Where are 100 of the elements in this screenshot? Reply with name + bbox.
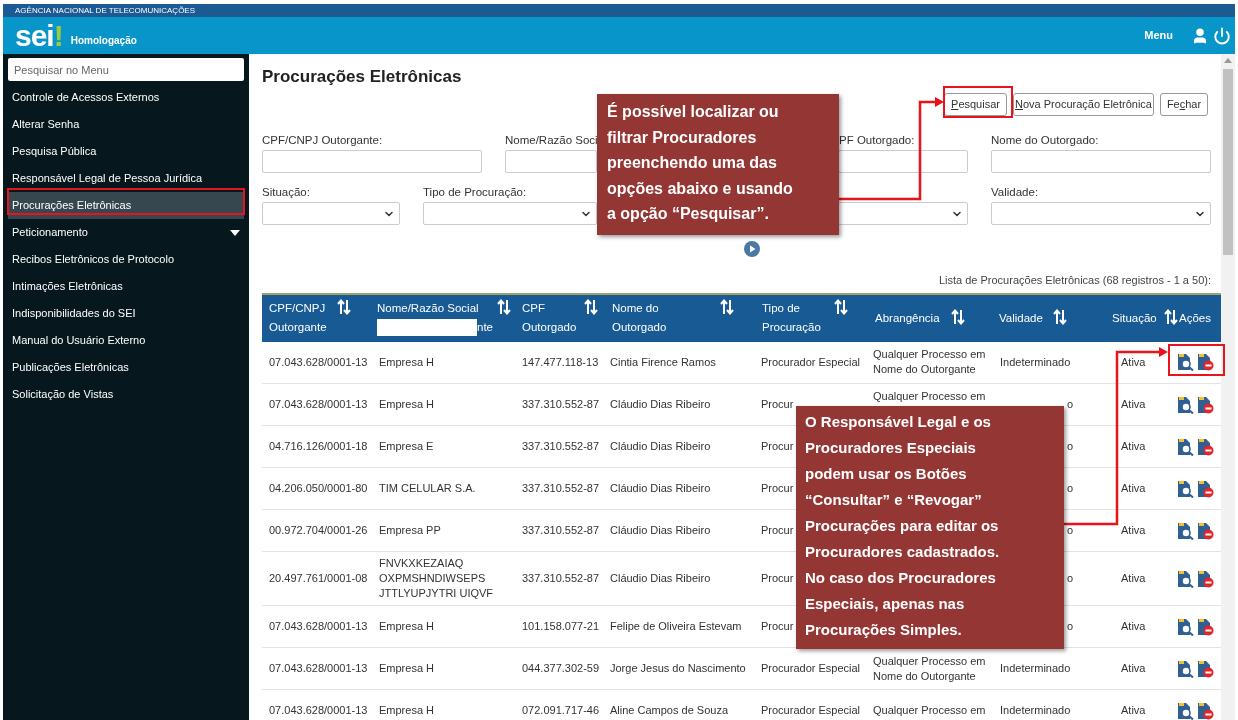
document-search-icon[interactable] bbox=[1176, 701, 1194, 720]
power-icon[interactable] bbox=[1213, 26, 1231, 45]
column-header[interactable]: Ações bbox=[1179, 308, 1215, 328]
table-cell-text: Empresa H bbox=[379, 661, 435, 676]
sidebar-item[interactable]: Publicações Eletrônicas bbox=[8, 354, 244, 381]
table-cell: 337.310.552-87 bbox=[522, 397, 600, 412]
input-field[interactable] bbox=[505, 150, 597, 173]
logo: sei! bbox=[15, 20, 63, 51]
table-cell: 072.091.717-46 bbox=[522, 703, 600, 718]
sort-icon[interactable] bbox=[497, 299, 511, 315]
table-cell: o bbox=[1067, 571, 1074, 586]
sidebar-item[interactable]: Peticionamento bbox=[8, 219, 244, 246]
column-header[interactable]: Nome do Outorgado bbox=[612, 299, 716, 337]
annotation-text: É possível localizar ou filtrar Procuradores preenchendo uma das opções abaixo e usando a opção “Pesquisar”. bbox=[607, 101, 794, 224]
column-header[interactable]: Tipo de Procuração bbox=[762, 299, 830, 337]
sort-icon[interactable] bbox=[584, 299, 598, 315]
action-button[interactable]: Nova Procuração Eletrônica bbox=[1013, 93, 1154, 116]
column-header[interactable]: CPF/CNPJ Outorgante bbox=[269, 299, 333, 337]
table-cell: Qualquer Processo em bbox=[873, 390, 986, 403]
document-revoke-icon[interactable] bbox=[1196, 659, 1214, 678]
sidebar-item[interactable]: Intimações Eletrônicas bbox=[8, 273, 244, 300]
sidebar-item[interactable]: Recibos Eletrônicos de Protocolo bbox=[8, 246, 244, 273]
table-cell: Indeterminado bbox=[1000, 703, 1071, 718]
table-cell: Ativa bbox=[1121, 481, 1146, 496]
select-field[interactable] bbox=[262, 202, 400, 225]
select-field[interactable] bbox=[991, 202, 1211, 225]
action-button[interactable]: Fechar bbox=[1160, 93, 1208, 116]
sidebar-item[interactable]: Alterar Senha bbox=[8, 111, 244, 138]
field-label: CPF/CNPJ Outorgante: bbox=[262, 133, 383, 147]
table-cell: 00.972.704/0001-26 bbox=[269, 523, 368, 538]
table-cell: Cintia Firence Ramos bbox=[610, 354, 716, 370]
column-header[interactable]: Abrangência bbox=[875, 308, 947, 328]
scrollbar-thumb[interactable] bbox=[1223, 69, 1233, 255]
table-cell-text: Empresa H bbox=[379, 354, 435, 370]
table-cell: o bbox=[1067, 481, 1074, 496]
sidebar-item[interactable]: Responsável Legal de Pessoa Jurídica bbox=[8, 165, 244, 192]
input-field[interactable] bbox=[991, 150, 1211, 173]
sort-icon[interactable] bbox=[1053, 308, 1067, 325]
document-search-icon[interactable] bbox=[1176, 353, 1194, 372]
table-cell: 337.310.552-87 bbox=[522, 439, 600, 454]
sidebar-item[interactable]: Controle de Acessos Externos bbox=[8, 84, 244, 111]
play-icon[interactable] bbox=[743, 241, 760, 257]
sort-icon[interactable] bbox=[337, 299, 351, 315]
table-cell: Cláudio Dias Ribeiro bbox=[610, 571, 711, 586]
sidebar-item[interactable]: Manual do Usuário Externo bbox=[8, 327, 244, 354]
column-header[interactable]: CPF Outorgado bbox=[522, 299, 580, 337]
document-search-icon[interactable] bbox=[1176, 569, 1194, 588]
table-cell-text: FNVKXKEZAIAQ OXPMSHNDIWSEPS JTTLYUPJYTRI UIQVF bbox=[379, 556, 495, 601]
document-revoke-icon[interactable] bbox=[1196, 479, 1214, 498]
table-cell: 147.477.118-13 bbox=[522, 354, 599, 370]
user-icon[interactable] bbox=[1191, 26, 1209, 45]
table-cell: Procurador Especial bbox=[761, 661, 861, 676]
document-revoke-icon[interactable] bbox=[1196, 569, 1214, 588]
table-cell: 07.043.628/0001-13 bbox=[269, 354, 368, 370]
table-cell-text: Qualquer Processo em Nome do Outorgante bbox=[873, 653, 987, 684]
sort-icon[interactable] bbox=[1164, 308, 1178, 325]
sort-icon[interactable] bbox=[720, 299, 734, 315]
select-field[interactable] bbox=[838, 202, 968, 225]
table-cell: Cláudio Dias Ribeiro bbox=[610, 397, 711, 412]
document-search-icon[interactable] bbox=[1176, 617, 1194, 636]
sort-icon[interactable] bbox=[834, 299, 848, 315]
table-cell: Indeterminado bbox=[1000, 354, 1071, 370]
sort-icon[interactable] bbox=[951, 308, 965, 325]
document-revoke-icon[interactable] bbox=[1196, 395, 1214, 414]
column-header[interactable]: Nome/Razão Social bbox=[377, 299, 481, 318]
table-cell: Procur bbox=[761, 571, 794, 586]
document-revoke-icon[interactable] bbox=[1196, 701, 1214, 720]
highlight-frame bbox=[1168, 344, 1225, 376]
document-revoke-icon[interactable] bbox=[1196, 437, 1214, 456]
table-cell: Procur bbox=[761, 523, 794, 538]
sidebar-item[interactable]: Pesquisa Pública bbox=[8, 138, 244, 165]
document-search-icon[interactable] bbox=[1176, 395, 1194, 414]
table-cell: 044.377.302-59 bbox=[522, 661, 600, 676]
input-field[interactable] bbox=[262, 150, 482, 173]
document-search-icon[interactable] bbox=[1176, 521, 1194, 540]
table-cell: 07.043.628/0001-13 bbox=[269, 703, 368, 718]
document-search-icon[interactable] bbox=[1176, 659, 1194, 678]
scrollbar[interactable] bbox=[1221, 54, 1235, 720]
table-cell: Cláudio Dias Ribeiro bbox=[610, 481, 711, 496]
table-cell: Aline Campos de Souza bbox=[610, 703, 728, 718]
sidebar-item[interactable]: Solicitação de Vistas bbox=[8, 381, 244, 408]
document-search-icon[interactable] bbox=[1176, 479, 1194, 498]
select-field[interactable] bbox=[423, 202, 597, 225]
document-revoke-icon[interactable] bbox=[1196, 521, 1214, 540]
search-field[interactable]: Pesquisar no Menu bbox=[8, 58, 244, 81]
sidebar-item[interactable]: Procurações Eletrônicas bbox=[8, 192, 244, 219]
column-header[interactable]: Situação bbox=[1112, 308, 1160, 328]
table-cell: 04.206.050/0001-80 bbox=[269, 481, 368, 496]
highlight-frame bbox=[943, 86, 1013, 118]
column-header[interactable]: Validade bbox=[999, 308, 1049, 328]
table-cell: o bbox=[1067, 619, 1074, 634]
document-search-icon[interactable] bbox=[1176, 437, 1194, 456]
page-title: Procurações Eletrônicas bbox=[262, 66, 463, 86]
document-revoke-icon[interactable] bbox=[1196, 353, 1214, 372]
document-revoke-icon[interactable] bbox=[1196, 617, 1214, 636]
table-cell: Ativa bbox=[1121, 571, 1146, 586]
action-button[interactable]: Pesquisar bbox=[944, 93, 1007, 116]
table-cell-text: TIM CELULAR S.A. bbox=[379, 481, 476, 496]
input-field[interactable] bbox=[838, 150, 968, 173]
sidebar-item[interactable]: Indisponibilidades do SEI bbox=[8, 300, 244, 327]
